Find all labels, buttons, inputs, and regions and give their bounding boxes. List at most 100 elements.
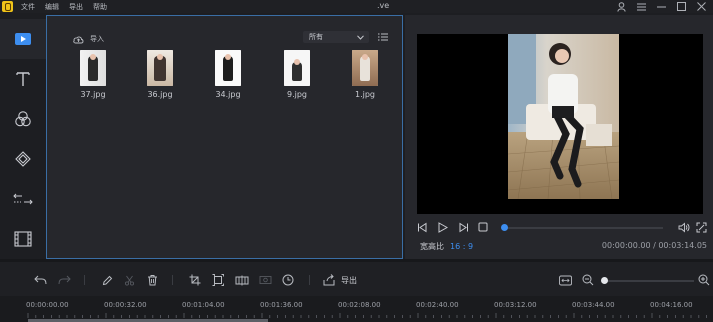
ruler-label: 00:02:08.00 [338, 301, 381, 309]
aspect-ratio-label: 宽高比 [420, 242, 444, 251]
tool-rail [0, 13, 46, 259]
snapshot-icon [259, 276, 271, 284]
play-icon [438, 222, 449, 233]
text-icon [16, 72, 30, 86]
list-view-button[interactable] [378, 33, 388, 43]
fullscreen-icon [696, 222, 707, 233]
rail-media[interactable] [0, 19, 46, 59]
toolbar-separator [84, 275, 85, 285]
preview-image [508, 34, 619, 199]
import-label: 导入 [90, 35, 104, 43]
transitions-icon [13, 193, 33, 205]
aspect-ratio: 宽高比 16 : 9 [420, 241, 473, 252]
aspect-ratio-value[interactable]: 16 : 9 [450, 242, 473, 251]
window-controls [616, 0, 707, 13]
rail-elements[interactable] [0, 219, 46, 259]
prev-frame-button[interactable] [417, 222, 428, 236]
cut-button[interactable] [122, 273, 136, 287]
media-thumbnail[interactable] [147, 50, 173, 86]
resize-icon [212, 274, 224, 286]
close-icon[interactable] [696, 1, 707, 12]
trash-icon [147, 275, 157, 286]
resize-button[interactable] [211, 273, 225, 287]
media-filename: 9.jpg [286, 90, 307, 99]
stop-button[interactable] [478, 222, 488, 235]
media-filename: 36.jpg [147, 90, 173, 99]
next-frame-button[interactable] [458, 222, 469, 236]
menu-edit[interactable]: 编辑 [45, 2, 59, 12]
edit-button[interactable] [100, 273, 114, 287]
media-filter-select[interactable]: 所有 [303, 31, 369, 43]
step-back-icon [418, 222, 427, 233]
account-icon[interactable] [616, 1, 627, 12]
menu-lines-icon[interactable] [636, 1, 647, 12]
rail-filters[interactable] [0, 99, 46, 139]
ruler-label: 00:03:12.00 [494, 301, 537, 309]
clock-icon [282, 274, 294, 286]
step-forward-icon [459, 222, 468, 233]
media-thumbnail[interactable] [284, 50, 310, 86]
chevron-down-icon [357, 34, 364, 40]
ruler-label: 00:04:16.00 [650, 301, 693, 309]
freeze-frame-button[interactable] [258, 273, 272, 287]
minimize-icon[interactable] [656, 1, 667, 12]
preview-screen [417, 34, 703, 214]
app-logo-icon [2, 1, 13, 12]
rail-transitions[interactable] [0, 179, 46, 219]
menu-help[interactable]: 帮助 [93, 2, 107, 12]
import-icon [73, 35, 84, 43]
delete-button[interactable] [145, 273, 159, 287]
zoom-slider-handle[interactable] [601, 277, 608, 284]
zoom-in-icon [698, 274, 710, 286]
volume-icon [678, 222, 690, 233]
media-thumbnail[interactable] [215, 50, 241, 86]
zoom-in-button[interactable] [697, 273, 711, 287]
fullscreen-button[interactable] [696, 222, 707, 236]
seek-bar[interactable] [503, 227, 663, 229]
toolbar-separator [309, 275, 310, 285]
play-button[interactable] [437, 222, 449, 236]
list-view-icon [378, 33, 388, 41]
media-filename: 37.jpg [80, 90, 106, 99]
ruler-ticks [27, 313, 707, 318]
split-button[interactable] [235, 273, 249, 287]
ruler-label: 00:02:40.00 [416, 301, 459, 309]
zoom-slider[interactable] [604, 280, 694, 282]
media-icon [15, 33, 31, 45]
elements-icon [14, 231, 32, 247]
rail-overlay[interactable] [0, 139, 46, 179]
undo-button[interactable] [33, 273, 47, 287]
seek-handle[interactable] [501, 224, 508, 231]
redo-button[interactable] [57, 273, 71, 287]
crop-icon [189, 274, 201, 286]
film-split-icon [235, 275, 249, 285]
zoom-out-button[interactable] [581, 273, 595, 287]
media-filter-value: 所有 [309, 33, 323, 41]
fit-timeline-button[interactable] [558, 273, 572, 287]
import-button[interactable]: 导入 [73, 34, 104, 44]
fit-icon [558, 275, 572, 285]
title-bar: 文件 编辑 导出 帮助 .ve [0, 0, 713, 13]
pencil-icon [102, 275, 112, 285]
menu-export[interactable]: 导出 [69, 2, 83, 12]
preview-timecode: 00:00:00.00 / 00:03:14.05 [601, 241, 707, 250]
playback-controls [417, 221, 707, 235]
zoom-out-icon [582, 274, 594, 286]
undo-icon [33, 275, 46, 285]
scissors-icon [124, 275, 134, 286]
ruler-label: 00:01:36.00 [260, 301, 303, 309]
media-thumbnail[interactable] [80, 50, 106, 86]
window-title: .ve [377, 1, 390, 10]
stop-icon [478, 222, 488, 232]
export-label[interactable]: 导出 [341, 275, 357, 286]
maximize-icon[interactable] [676, 1, 687, 12]
crop-button[interactable] [188, 273, 202, 287]
duration-button[interactable] [281, 273, 295, 287]
media-thumbnail[interactable] [352, 50, 378, 86]
toolbar-separator [172, 275, 173, 285]
volume-button[interactable] [678, 222, 690, 236]
menu-file[interactable]: 文件 [21, 2, 35, 12]
rail-text[interactable] [0, 59, 46, 99]
export-button[interactable] [322, 273, 336, 287]
ruler-label: 00:01:04.00 [182, 301, 225, 309]
